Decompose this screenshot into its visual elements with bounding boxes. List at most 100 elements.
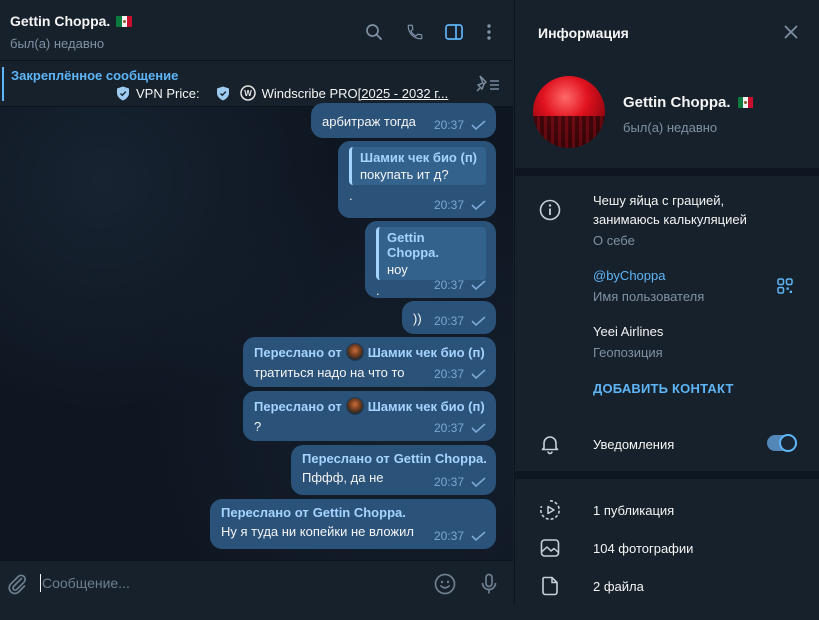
message-time: 20:37 xyxy=(433,475,464,489)
bell-icon xyxy=(541,436,559,455)
photo-icon xyxy=(540,539,560,557)
forwarded-message[interactable]: Переслано от Gettin Choppa. Ну я туда ни… xyxy=(210,499,496,549)
avatar xyxy=(345,397,364,415)
pinned-indicator xyxy=(2,67,4,101)
divider xyxy=(515,168,819,176)
pinned-link[interactable]: [2025 - 2032 г... xyxy=(358,86,449,101)
chat-pane: Gettin Choppa. был(а) недавно Закреплённ… xyxy=(0,0,513,605)
message-text: . xyxy=(376,283,380,298)
profile-avatar[interactable] xyxy=(533,76,605,148)
file-icon xyxy=(542,576,558,596)
reply-author: Шамик чек био (п) xyxy=(360,150,477,165)
message-time: 20:37 xyxy=(433,198,464,212)
read-check-icon xyxy=(471,423,486,433)
reply-author: Gettin Choppa. xyxy=(387,230,439,260)
pinned-title: Закреплённое сообщение xyxy=(11,68,179,83)
username-label: Имя пользователя xyxy=(593,289,705,304)
forward-header[interactable]: Переслано от Gettin Choppa. xyxy=(221,505,486,520)
forwarded-message[interactable]: Переслано от Шамик чек био (п) тратиться… xyxy=(243,337,496,387)
emoji-icon[interactable] xyxy=(433,572,457,596)
message-time: 20:37 xyxy=(433,278,464,292)
chat-status: был(а) недавно xyxy=(10,36,105,51)
mexico-flag-icon xyxy=(737,97,754,108)
pinned-service: Windscribe PRO xyxy=(261,85,358,101)
reply-quote[interactable]: Шамик чек био (п) покупать ит д? xyxy=(349,147,486,185)
forward-author: Gettin Choppa. xyxy=(312,505,406,520)
profile-name: Gettin Choppa. xyxy=(623,94,754,111)
pinned-list-icon[interactable] xyxy=(475,74,501,94)
info-title: Информация xyxy=(538,25,629,41)
message-time: 20:37 xyxy=(433,421,464,435)
sidebar-toggle-icon[interactable] xyxy=(443,21,465,43)
notifications-toggle[interactable] xyxy=(767,434,797,452)
media-photos[interactable]: 104 фотографии xyxy=(593,541,693,556)
message-bubble[interactable]: Gettin Choppa. ноу . 20:37 xyxy=(365,221,496,298)
forward-author: Gettin Choppa. xyxy=(393,451,487,466)
message-time: 20:37 xyxy=(433,367,464,381)
reply-quote[interactable]: Gettin Choppa. ноу xyxy=(376,227,486,280)
close-icon[interactable] xyxy=(783,24,799,40)
attach-icon[interactable] xyxy=(5,572,29,596)
divider xyxy=(515,471,819,479)
avatar xyxy=(345,343,364,361)
forwarded-message[interactable]: Переслано от Шамик чек био (п) ? 20:37 xyxy=(243,391,496,441)
profile-status: был(а) недавно xyxy=(623,120,718,135)
message-list[interactable]: арбитраж тогда 20:37 Шамик чек био (п) п… xyxy=(0,103,513,560)
forward-header[interactable]: Переслано от Gettin Choppa. xyxy=(302,451,487,466)
text-cursor xyxy=(40,574,41,592)
svg-text:W: W xyxy=(244,89,252,98)
location-text: Yeei Airlines xyxy=(593,324,664,339)
info-icon xyxy=(539,199,561,221)
message-time: 20:37 xyxy=(433,529,464,543)
forward-prefix: Переслано от xyxy=(254,344,342,360)
search-icon[interactable] xyxy=(363,21,385,43)
shield-icon xyxy=(216,86,229,100)
read-check-icon xyxy=(471,120,486,130)
reply-text: ноу xyxy=(387,262,408,277)
bio-line-2: занимаюсь калькуляцией xyxy=(593,212,747,227)
username-link[interactable]: @byChoppa xyxy=(593,268,665,283)
message-text: . xyxy=(349,188,353,203)
shield-icon xyxy=(117,86,129,100)
mexico-flag-icon xyxy=(116,15,133,27)
phone-icon[interactable] xyxy=(404,21,426,43)
read-check-icon xyxy=(471,531,486,541)
message-bubble[interactable]: Шамик чек био (п) покупать ит д? . 20:37 xyxy=(338,141,496,218)
pinned-message[interactable]: Закреплённое сообщение VPN Price: W Wind… xyxy=(0,61,513,107)
profile-name-text: Gettin Choppa. xyxy=(623,94,731,111)
message-composer[interactable]: Сообщение... xyxy=(0,560,513,605)
forward-prefix: Переслано от xyxy=(221,505,309,520)
chat-title[interactable]: Gettin Choppa. xyxy=(10,13,133,29)
forward-header[interactable]: Переслано от Шамик чек био (п) xyxy=(254,343,486,361)
notifications-label: Уведомления xyxy=(593,437,675,452)
location-label: Геопозиция xyxy=(593,345,663,360)
chat-header[interactable]: Gettin Choppa. был(а) недавно xyxy=(0,0,513,61)
media-files[interactable]: 2 файла xyxy=(593,579,644,594)
reply-text: покупать ит д? xyxy=(360,167,449,182)
chat-title-text: Gettin Choppa. xyxy=(10,13,111,29)
read-check-icon xyxy=(471,280,486,290)
info-panel: Информация Gettin Choppa. был(а) недавно… xyxy=(514,0,819,605)
read-check-icon xyxy=(471,477,486,487)
read-check-icon xyxy=(471,200,486,210)
forwarded-message[interactable]: Переслано от Gettin Choppa. Пффф, да не … xyxy=(291,445,496,495)
stories-icon xyxy=(540,500,560,520)
more-menu-icon[interactable] xyxy=(478,21,500,43)
message-input[interactable]: Сообщение... xyxy=(42,575,130,591)
forward-prefix: Переслано от xyxy=(302,451,390,466)
pinned-preview: VPN Price: W Windscribe PRO[2025 - 2032 … xyxy=(116,85,448,101)
forward-author: Шамик чек био (п) xyxy=(367,344,485,360)
message-time: 20:37 xyxy=(433,314,464,328)
media-publications[interactable]: 1 публикация xyxy=(593,503,674,518)
forward-header[interactable]: Переслано от Шамик чек био (п) xyxy=(254,397,486,415)
pinned-price-label: VPN Price: xyxy=(136,85,200,101)
message-time: 20:37 xyxy=(433,118,464,132)
read-check-icon xyxy=(471,316,486,326)
qr-code-icon[interactable] xyxy=(777,278,793,294)
forward-author: Шамик чек био (п) xyxy=(367,398,485,414)
message-bubble[interactable]: )) 20:37 xyxy=(402,301,496,334)
add-contact-button[interactable]: ДОБАВИТЬ КОНТАКТ xyxy=(593,381,734,396)
microphone-icon[interactable] xyxy=(477,572,501,596)
bio-label: О себе xyxy=(593,233,635,248)
message-bubble[interactable]: арбитраж тогда 20:37 xyxy=(311,103,496,138)
